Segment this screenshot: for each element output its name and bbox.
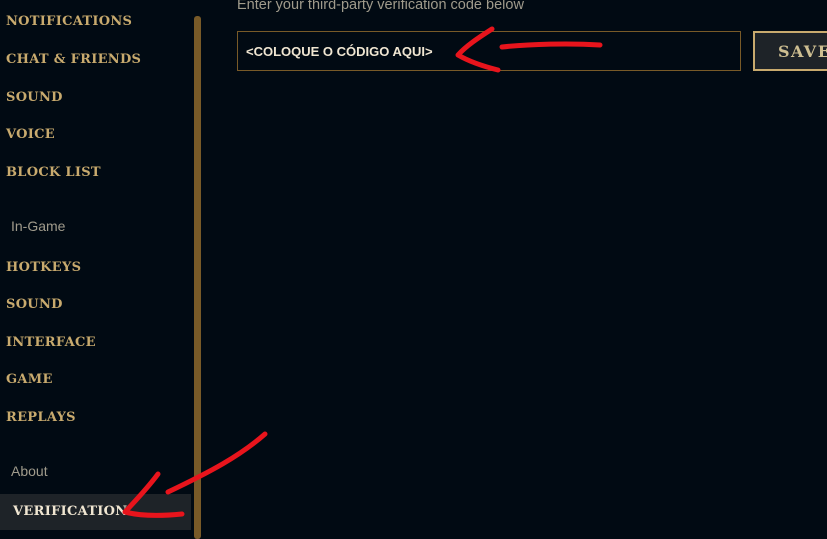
sidebar-item-chat-friends[interactable]: CHAT & FRIENDS bbox=[6, 52, 141, 67]
sidebar-item-replays[interactable]: REPLAYS bbox=[6, 410, 76, 425]
sidebar-item-hotkeys[interactable]: HOTKEYS bbox=[6, 260, 81, 275]
sidebar-item-ingame-sound[interactable]: SOUND bbox=[6, 297, 63, 312]
sidebar-scrollbar[interactable] bbox=[194, 16, 201, 539]
section-heading-about: About bbox=[11, 463, 48, 479]
section-heading-in-game: In-Game bbox=[11, 218, 66, 234]
sidebar-item-sound[interactable]: SOUND bbox=[6, 90, 63, 105]
verification-instruction: Enter your third-party verification code… bbox=[237, 0, 524, 13]
sidebar-item-interface[interactable]: INTERFACE bbox=[6, 335, 96, 350]
sidebar-item-voice[interactable]: VOICE bbox=[6, 127, 55, 142]
sidebar-item-game[interactable]: GAME bbox=[6, 372, 53, 387]
sidebar-item-notifications[interactable]: NOTIFICATIONS bbox=[6, 14, 132, 29]
verification-code-input[interactable] bbox=[237, 31, 741, 71]
sidebar-item-verification[interactable]: VERIFICATION bbox=[0, 494, 191, 530]
sidebar-item-block-list[interactable]: BLOCK LIST bbox=[6, 165, 101, 180]
save-button[interactable]: SAVE bbox=[753, 31, 827, 71]
settings-window: NOTIFICATIONS CHAT & FRIENDS SOUND VOICE… bbox=[0, 0, 827, 539]
settings-sidebar: NOTIFICATIONS CHAT & FRIENDS SOUND VOICE… bbox=[0, 0, 195, 539]
